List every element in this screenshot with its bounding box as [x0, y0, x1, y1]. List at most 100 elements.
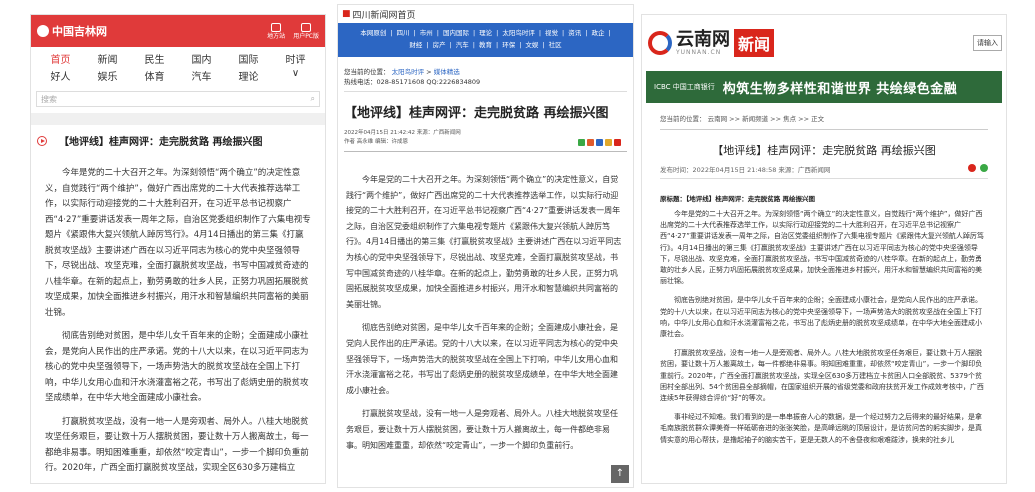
article-paragraph: 打赢脱贫攻坚战，没有一地一人是旁观者、局外人。八桂大地脱贫攻坚任务艰巨，要让数十… [45, 416, 309, 474]
site-brand[interactable]: ■ 四川新闻网首页 [338, 5, 633, 23]
nav-item-commentary[interactable]: 时评 [272, 51, 319, 66]
nav-item-home[interactable]: 首页 [37, 51, 84, 66]
nav-item-news[interactable]: 新闻 [84, 51, 131, 66]
local-station-button[interactable]: 地方站 [267, 22, 286, 40]
nav-expand-chevron-icon[interactable]: ∨ [272, 68, 319, 83]
article-paragraph: 今年是党的二十大召开之年。为深刻领悟“两个确立”的决定性意义，自觉践行“两个维护… [660, 210, 984, 286]
nav-item-entertainment[interactable]: 娱乐 [84, 68, 131, 83]
pc-icon [301, 22, 312, 32]
nav-item[interactable]: 资讯 [568, 27, 581, 39]
channel-nav: 本网原创 | 四川 | 市州 | 国内国际 | 理论 | 太阳鸟时评 | 视觉 | 资讯 | 政… [338, 23, 633, 57]
logo-icon [37, 25, 49, 37]
nav-item-livelihood[interactable]: 民生 [131, 51, 178, 66]
nav-item-domestic[interactable]: 国内 [178, 51, 225, 66]
banner-bank-label: ICBC 中国工商银行 [654, 83, 715, 91]
section-divider [31, 113, 325, 125]
article-paragraph: 今年是党的二十大召开之年。为深刻领悟“两个确立”的决定性意义，自觉践行“两个维护… [346, 175, 622, 309]
author-info: 作者 高永维 编辑：许成恩 [344, 139, 408, 145]
nav-item[interactable]: 财经 [409, 39, 422, 51]
nav-item-auto[interactable]: 汽车 [178, 68, 225, 83]
article-title: 【地评线】桂声网评：走完脱贫路 再绘振兴图 [59, 137, 263, 148]
weibo-share-icon[interactable] [587, 139, 594, 146]
top-bar: 中国吉林网 地方站 用户PC版 [31, 15, 325, 47]
breadcrumb-link[interactable]: 太阳鸟时评 [392, 68, 425, 76]
article-paragraph: 今年是党的二十大召开之年。为深刻领悟“两个确立”的决定性意义，自觉践行“两个维护… [45, 168, 311, 318]
nav-item[interactable]: 太阳鸟时评 [502, 27, 535, 39]
site-header: 云南网 YUNNAN.CN 新闻 请输入 [642, 15, 1006, 71]
audio-play-icon[interactable] [37, 135, 47, 146]
breadcrumb: 您当前的位置： 云南网 >> 新闻频道 >> 焦点 >> 正文 [660, 115, 825, 123]
channel-nav: 首页 新闻 民生 国内 国际 时评 好人 娱乐 体育 汽车 理论 ∨ [31, 47, 325, 85]
nav-item[interactable]: 理论 [479, 27, 492, 39]
article-paragraph: 打赢脱贫攻坚战，没有一地一人是旁观者、局外人。八桂大地脱贫攻坚任务艰巨，要让数十… [346, 409, 618, 450]
wechat-share-icon[interactable] [980, 164, 988, 172]
nav-item-international[interactable]: 国际 [225, 51, 272, 66]
search-placeholder: 搜索 [41, 95, 57, 104]
article-title-row: 【地评线】桂声网评：走完脱贫路 再绘振兴图 [31, 125, 325, 154]
site-domain: YUNNAN.CN [676, 48, 722, 56]
breadcrumb-prefix: 您当前的位置： [344, 68, 390, 76]
article-panel-yunnan: 云南网 YUNNAN.CN 新闻 请输入 ICBC 中国工商银行 构筑生物多样性… [641, 14, 1007, 484]
local-station-label: 地方站 [267, 32, 286, 40]
article-meta: 2022年04月15日 21:42:42 来源：广西新闻网 作者 高永维 编辑：… [338, 129, 633, 147]
ad-banner[interactable]: ICBC 中国工商银行 构筑生物多样性和谐世界 共绘绿色金融 [646, 71, 1002, 103]
qzone-share-icon[interactable] [605, 139, 612, 146]
nav-item-good-people[interactable]: 好人 [37, 68, 84, 83]
nav-item[interactable]: 教育 [479, 39, 492, 51]
search-icon[interactable]: ⌕ [311, 94, 315, 104]
nav-item[interactable]: 国内国际 [443, 27, 469, 39]
site-name: 四川新闻网首页 [352, 10, 416, 21]
article-paragraph: 彻底告别绝对贫困，是中华儿女千百年来的企盼；全面建成小康社会，是党向人民作出的庄… [346, 323, 618, 395]
logo-icon: ■ [342, 9, 351, 19]
more-share-icon[interactable] [614, 139, 621, 146]
article-title: 【地评线】桂声网评：走完脱贫路 再绘振兴图 [712, 144, 936, 157]
local-station-icon [271, 22, 282, 32]
breadcrumb-link[interactable]: 媒体精选 [434, 68, 460, 76]
mobile-article-panel-jilin: 中国吉林网 地方站 用户PC版 首页 新闻 民生 国内 国际 时评 好人 娱乐 … [30, 14, 326, 484]
hotline-text: 热线电话：028-85171608 QQ:2226834809 [344, 78, 481, 86]
article-panel-sichuan: ■ 四川新闻网首页 本网原创 | 四川 | 市州 | 国内国际 | 理论 | 太阳鸟时评 |… [337, 4, 634, 488]
site-logo[interactable]: 云南网 YUNNAN.CN [676, 28, 730, 56]
article-body: 今年是党的二十大召开之年。为深刻领悟“两个确立”的决定性意义，自觉践行“两个维护… [31, 154, 325, 477]
logo-text: 中国吉林网 [52, 25, 107, 38]
pc-version-button[interactable]: 用户PC版 [293, 22, 319, 40]
breadcrumb-separator: > [426, 68, 432, 76]
nav-item[interactable]: 政企 [591, 27, 604, 39]
news-channel-badge[interactable]: 新闻 [734, 29, 775, 57]
nav-item[interactable]: 本网原创 [360, 27, 386, 39]
article-paragraph: 彻底告别绝对贫困，是中华儿女千百年来的企盼；全面建成小康社会，是党向人民作出的庄… [660, 296, 982, 339]
publish-info: 发布时间：2022年04月15日 21:48:58 来源：广西新闻网 [660, 166, 831, 174]
nav-item[interactable]: 社区 [549, 39, 562, 51]
site-name: 云南网 [676, 28, 730, 50]
nav-item-theory[interactable]: 理论 [225, 68, 272, 83]
weibo-share-icon[interactable] [967, 164, 976, 172]
share-icons [578, 139, 621, 146]
nav-item[interactable]: 视觉 [545, 27, 558, 39]
site-logo[interactable]: 中国吉林网 [37, 23, 107, 39]
article-paragraph: 打赢脱贫攻坚战，没有一地一人是旁观者、局外人。八桂大地脱贫攻坚任务艰巨，要让数十… [660, 349, 984, 403]
publish-info: 2022年04月15日 21:42:42 来源：广西新闻网 [344, 130, 461, 136]
nav-item[interactable]: 环保 [502, 39, 515, 51]
article-paragraph: 事非经过不知难。我们看到的是一串串振奋人心的数据，是一个经过努力之后得来的最好结… [660, 413, 982, 444]
pc-version-label: 用户PC版 [293, 32, 319, 40]
share-icons [966, 164, 988, 174]
wechat-share-icon[interactable] [578, 139, 585, 146]
qq-share-icon[interactable] [596, 139, 603, 146]
nav-item[interactable]: 文娱 [525, 39, 538, 51]
article-meta: 发布时间：2022年04月15日 21:48:58 来源：广西新闻网 [642, 164, 1006, 174]
article-body: 今年是党的二十大召开之年。为深刻领悟“两个确立”的决定性意义，自觉践行“两个维护… [338, 152, 633, 453]
search-input[interactable]: 请输入 [973, 35, 1002, 51]
nav-item[interactable]: 市州 [420, 27, 433, 39]
yunnan-logo-icon [648, 31, 672, 55]
original-title: 原标题：【地评线】桂声网评：走完脱贫路 再绘振兴图 [660, 195, 816, 203]
article-paragraph: 彻底告别绝对贫困，是中华儿女千百年来的企盼；全面建成小康社会，是党向人民作出的庄… [45, 331, 309, 403]
nav-item[interactable]: 汽车 [456, 39, 469, 51]
nav-item[interactable]: 四川 [397, 27, 410, 39]
banner-slogan: 构筑生物多样性和谐世界 共绘绿色金融 [722, 81, 958, 97]
article-body: 原标题：【地评线】桂声网评：走完脱贫路 再绘振兴图 今年是党的二十大召开之年。为… [642, 179, 1006, 446]
nav-item-sports[interactable]: 体育 [131, 68, 178, 83]
breadcrumb: 您当前的位置： 太阳鸟时评 > 媒体精选 热线电话：028-85171608 Q… [338, 57, 633, 87]
search-input[interactable]: 搜索 ⌕ [36, 91, 320, 107]
nav-item[interactable]: 房产 [433, 39, 446, 51]
back-to-top-button[interactable]: ↑ [611, 465, 629, 483]
